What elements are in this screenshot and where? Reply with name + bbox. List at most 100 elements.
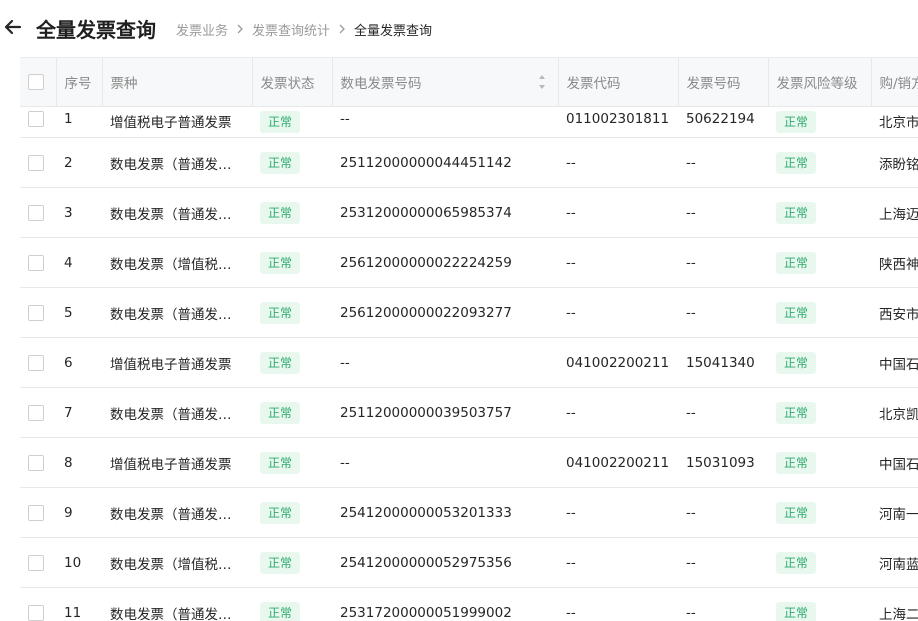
cell-invoice-type: 增值税电子普通发票 bbox=[102, 106, 252, 138]
cell-party: 中国石 bbox=[871, 437, 918, 488]
row-checkbox[interactable] bbox=[28, 304, 44, 321]
table-header-row: 序号 票种 发票状态 数电发票号码 发票代码 发票号码 发票风险等级 购/销方 bbox=[20, 57, 918, 107]
status-badge: 正常 bbox=[260, 301, 301, 324]
row-checkbox[interactable] bbox=[28, 404, 44, 421]
breadcrumb: 发票业务 发票查询统计 全量发票查询 bbox=[176, 20, 432, 39]
cell-invoice-number: -- bbox=[678, 387, 768, 438]
risk-badge: 正常 bbox=[776, 201, 817, 224]
col-header-risk: 发票风险等级 bbox=[768, 57, 872, 107]
col-header-party: 购/销方 bbox=[871, 57, 918, 107]
cell-status: 正常 bbox=[252, 387, 332, 438]
cell-invoice-type: 数电发票（普通发… bbox=[102, 387, 252, 438]
row-checkbox-cell bbox=[20, 287, 56, 338]
table-row[interactable]: 1 增值税电子普通发票 正常 -- 011002301811 50622194 正常 北京市 bbox=[20, 106, 918, 138]
cell-index: 11 bbox=[56, 587, 102, 621]
row-checkbox-cell bbox=[20, 106, 56, 138]
cell-risk-level: 正常 bbox=[768, 487, 871, 538]
breadcrumb-item-invoice-business[interactable]: 发票业务 bbox=[176, 20, 228, 39]
status-badge: 正常 bbox=[260, 551, 301, 574]
row-checkbox-cell bbox=[20, 487, 56, 538]
cell-index: 7 bbox=[56, 387, 102, 438]
cell-risk-level: 正常 bbox=[768, 537, 871, 588]
row-checkbox-cell bbox=[20, 237, 56, 288]
table-row[interactable]: 10 数电发票（增值税… 正常 25412000000052975356 -- -- 正常河… bbox=[20, 537, 918, 588]
status-badge: 正常 bbox=[260, 451, 301, 474]
cell-risk-level: 正常 bbox=[768, 106, 871, 138]
cell-invoice-number: -- bbox=[678, 537, 768, 588]
cell-party: 西安市 bbox=[871, 287, 918, 338]
row-checkbox[interactable] bbox=[28, 204, 44, 221]
row-checkbox[interactable] bbox=[28, 154, 44, 171]
sort-icon[interactable] bbox=[538, 72, 546, 92]
status-badge: 正常 bbox=[260, 151, 301, 174]
select-all-cell bbox=[20, 57, 57, 107]
table-row[interactable]: 9 数电发票（普通发… 正常 25412000000053201333 -- -- 正常 河南… bbox=[20, 487, 918, 538]
row-checkbox[interactable] bbox=[28, 354, 44, 371]
row-checkbox[interactable] bbox=[28, 604, 44, 621]
risk-badge: 正常 bbox=[776, 551, 817, 574]
row-checkbox-cell bbox=[20, 337, 56, 388]
table-row[interactable]: 4 数电发票（增值税… 正常 25612000000022224259 -- -- 正常 陕西… bbox=[20, 237, 918, 288]
cell-invoice-code: -- bbox=[558, 287, 678, 338]
table-row[interactable]: 5 数电发票（普通发… 正常 25612000000022093277 -- -- 正常 西安… bbox=[20, 287, 918, 338]
cell-digital-number: 25112000000044451142 bbox=[332, 137, 558, 188]
breadcrumb-item-query-stats[interactable]: 发票查询统计 bbox=[252, 20, 330, 39]
cell-party: 上海二 bbox=[871, 587, 918, 621]
cell-digital-number: 25112000000039503757 bbox=[332, 387, 558, 438]
cell-invoice-code: -- bbox=[558, 387, 678, 438]
risk-badge: 正常 bbox=[776, 151, 817, 174]
cell-invoice-type: 增值税电子普通发票 bbox=[102, 437, 252, 488]
cell-invoice-type: 数电发票（普通发… bbox=[102, 137, 252, 188]
cell-index: 2 bbox=[56, 137, 102, 188]
cell-risk-level: 正常 bbox=[768, 187, 871, 238]
row-checkbox-cell bbox=[20, 537, 56, 588]
row-checkbox[interactable] bbox=[28, 111, 44, 127]
cell-invoice-code: -- bbox=[558, 187, 678, 238]
cell-risk-level: 正常 bbox=[768, 137, 871, 188]
back-arrow-icon[interactable] bbox=[3, 17, 23, 37]
cell-invoice-type: 数电发票（普通发… bbox=[102, 287, 252, 338]
table-row[interactable]: 7 数电发票（普通发… 正常 25112000000039503757 -- -- 正常 北京… bbox=[20, 387, 918, 438]
table-row[interactable]: 11 数电发票（普通发… 正常 25317200000051999002 -- -- 正常上… bbox=[20, 587, 918, 621]
col-header-digital-number[interactable]: 数电发票号码 bbox=[332, 57, 559, 107]
cell-status: 正常 bbox=[252, 237, 332, 288]
cell-index: 5 bbox=[56, 287, 102, 338]
cell-invoice-type: 数电发票（普通发… bbox=[102, 187, 252, 238]
cell-status: 正常 bbox=[252, 487, 332, 538]
cell-invoice-number: -- bbox=[678, 487, 768, 538]
row-checkbox[interactable] bbox=[28, 504, 44, 521]
cell-risk-level: 正常 bbox=[768, 287, 871, 338]
cell-index: 10 bbox=[56, 537, 102, 588]
cell-risk-level: 正常 bbox=[768, 437, 871, 488]
table-row[interactable]: 3 数电发票（普通发… 正常 25312000000065985374 -- -- 正常 上海… bbox=[20, 187, 918, 238]
status-badge: 正常 bbox=[260, 351, 301, 374]
cell-status: 正常 bbox=[252, 437, 332, 488]
row-checkbox[interactable] bbox=[28, 454, 44, 471]
table-row[interactable]: 8 增值税电子普通发票 正常 -- 041002200211 15031093 正常 中国石 bbox=[20, 437, 918, 488]
cell-party: 河南蓝 bbox=[871, 537, 918, 588]
row-checkbox-cell bbox=[20, 437, 56, 488]
table-row[interactable]: 6 增值税电子普通发票 正常 -- 041002200211 15041340 正常 中国石 bbox=[20, 337, 918, 388]
cell-invoice-code: 041002200211 bbox=[558, 437, 678, 488]
cell-status: 正常 bbox=[252, 137, 332, 188]
cell-index: 1 bbox=[56, 106, 102, 138]
risk-badge: 正常 bbox=[776, 251, 817, 274]
row-checkbox[interactable] bbox=[28, 254, 44, 271]
col-header-code: 发票代码 bbox=[558, 57, 679, 107]
cell-status: 正常 bbox=[252, 537, 332, 588]
row-checkbox[interactable] bbox=[28, 554, 44, 571]
select-all-checkbox[interactable] bbox=[28, 74, 44, 90]
risk-badge: 正常 bbox=[776, 501, 817, 524]
cell-digital-number: 25412000000052975356 bbox=[332, 537, 558, 588]
risk-badge: 正常 bbox=[776, 401, 817, 424]
cell-party: 添盼铭 bbox=[871, 137, 918, 188]
table-row[interactable]: 2 数电发票（普通发… 正常 25112000000044451142 -- -- 正常 添盼… bbox=[20, 137, 918, 188]
risk-badge: 正常 bbox=[776, 601, 817, 621]
cell-status: 正常 bbox=[252, 187, 332, 238]
cell-invoice-code: -- bbox=[558, 237, 678, 288]
col-header-digital-number-label: 数电发票号码 bbox=[340, 76, 422, 92]
cell-index: 3 bbox=[56, 187, 102, 238]
cell-digital-number: 25612000000022224259 bbox=[332, 237, 558, 288]
cell-digital-number: -- bbox=[332, 337, 558, 388]
cell-invoice-type: 数电发票（增值税… bbox=[102, 537, 252, 588]
